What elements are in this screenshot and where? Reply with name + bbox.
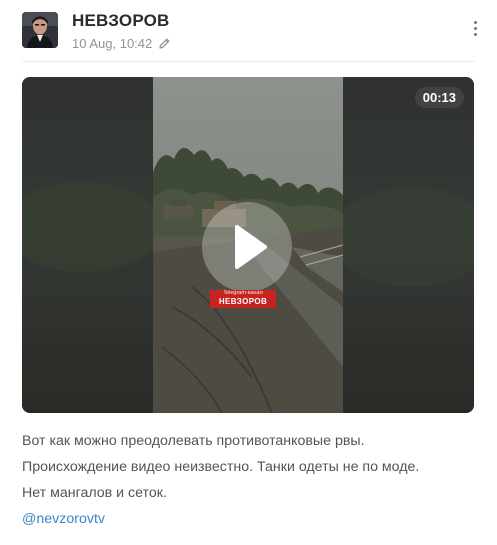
channel-watermark: Telegram-канал НЕВЗОРОВ <box>210 290 276 308</box>
video-duration-badge: 00:13 <box>414 87 464 108</box>
channel-name[interactable]: НЕВЗОРОВ <box>72 11 170 31</box>
video-player[interactable]: 00:13 Telegram-канал НЕВЗОРОВ <box>22 77 474 413</box>
portrait-avatar-icon <box>22 12 58 48</box>
watermark-main-text: НЕВЗОРОВ <box>218 296 268 306</box>
header-divider <box>22 61 475 62</box>
post-meta: 10 Aug, 10:42 <box>72 36 171 51</box>
post-card: НЕВЗОРОВ 10 Aug, 10:42 00:13 Telegram-ка… <box>0 0 497 545</box>
play-icon <box>235 225 267 269</box>
caption-line: Происхождение видео неизвестно. Танки од… <box>22 459 420 475</box>
post-date: 10 Aug, 10:42 <box>72 36 153 51</box>
pencil-icon <box>159 38 170 49</box>
more-menu-button[interactable] <box>467 17 483 41</box>
caption-line: Нет мангалов и сеток. <box>22 485 167 501</box>
more-vertical-icon <box>474 21 477 24</box>
channel-link[interactable]: @nevzorovtv <box>22 511 105 527</box>
watermark-top-text: Telegram-канал <box>223 290 263 296</box>
channel-avatar[interactable] <box>22 12 58 48</box>
play-button[interactable] <box>202 202 292 292</box>
caption-line: Вот как можно преодолевать противотанков… <box>22 433 365 449</box>
post-caption: Вот как можно преодолевать противотанков… <box>22 428 482 532</box>
post-header: НЕВЗОРОВ 10 Aug, 10:42 <box>22 11 483 51</box>
